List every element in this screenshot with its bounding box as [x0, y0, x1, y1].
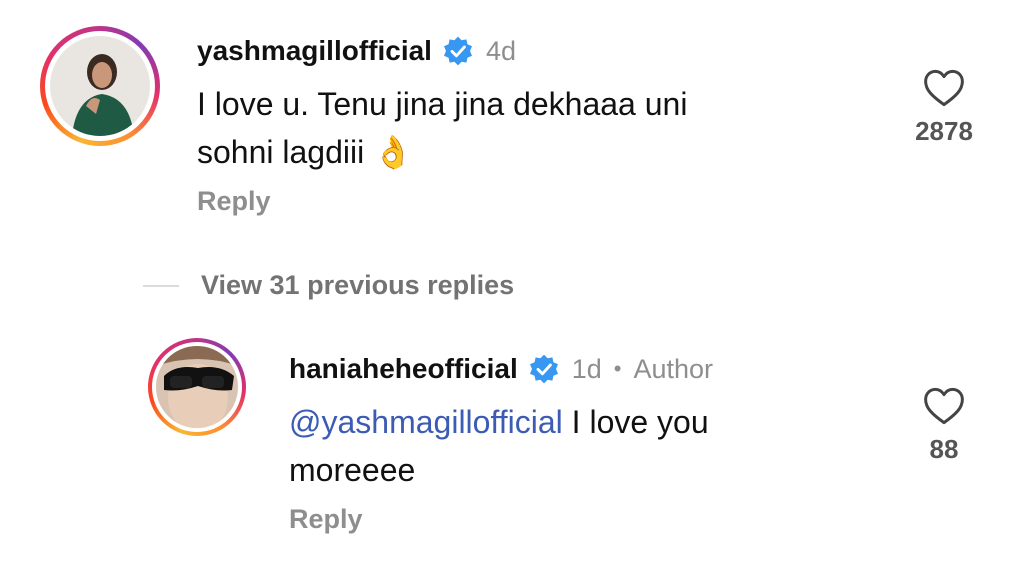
thread-line	[143, 284, 179, 287]
like-count: 2878	[915, 116, 973, 146]
verified-badge-icon	[443, 36, 472, 66]
comment-text: I love u. Tenu jina jina dekhaaa uni soh…	[197, 80, 687, 176]
verified-badge-icon	[529, 354, 558, 384]
comment-text-rest: I love you	[562, 404, 709, 440]
avatar	[50, 36, 150, 136]
ok-hand-emoji: 👌	[373, 134, 413, 170]
avatar	[156, 346, 238, 428]
view-previous-replies-button[interactable]: View 31 previous replies	[143, 270, 514, 301]
timestamp: 4d	[485, 35, 517, 66]
like-control: 88	[898, 386, 990, 465]
heart-outline-icon[interactable]	[923, 68, 965, 108]
view-replies-label: View 31 previous replies	[201, 270, 515, 300]
comment-text-line: I love u. Tenu jina jina dekhaaa uni	[197, 86, 688, 122]
username[interactable]: haniaheheofficial	[289, 353, 518, 385]
comment-text-line: @yashmagillofficial I love you	[289, 398, 709, 446]
author-badge: Author	[633, 353, 714, 384]
reply-button[interactable]: Reply	[289, 504, 363, 535]
reply-button[interactable]: Reply	[197, 186, 271, 217]
comment-text-line: moreeee	[289, 452, 416, 488]
username[interactable]: yashmagillofficial	[197, 35, 432, 67]
like-count: 88	[929, 434, 959, 464]
avatar-ring[interactable]	[148, 338, 246, 436]
comment-header: haniaheheofficial 1d • Author	[289, 353, 713, 385]
comment-text-line: sohni lagdiii 👌	[197, 128, 687, 176]
comment-header: yashmagillofficial 4d	[197, 35, 516, 67]
avatar-ring[interactable]	[40, 26, 160, 146]
mention-link[interactable]: @yashmagillofficial	[289, 404, 563, 440]
timestamp: 1d	[571, 353, 602, 384]
like-control: 2878	[898, 68, 990, 147]
separator-dot: •	[613, 356, 622, 381]
heart-outline-icon[interactable]	[923, 386, 965, 426]
comment-text-line2: sohni lagdiii	[197, 134, 374, 170]
comment-text: @yashmagillofficial I love you moreeee	[289, 398, 709, 494]
